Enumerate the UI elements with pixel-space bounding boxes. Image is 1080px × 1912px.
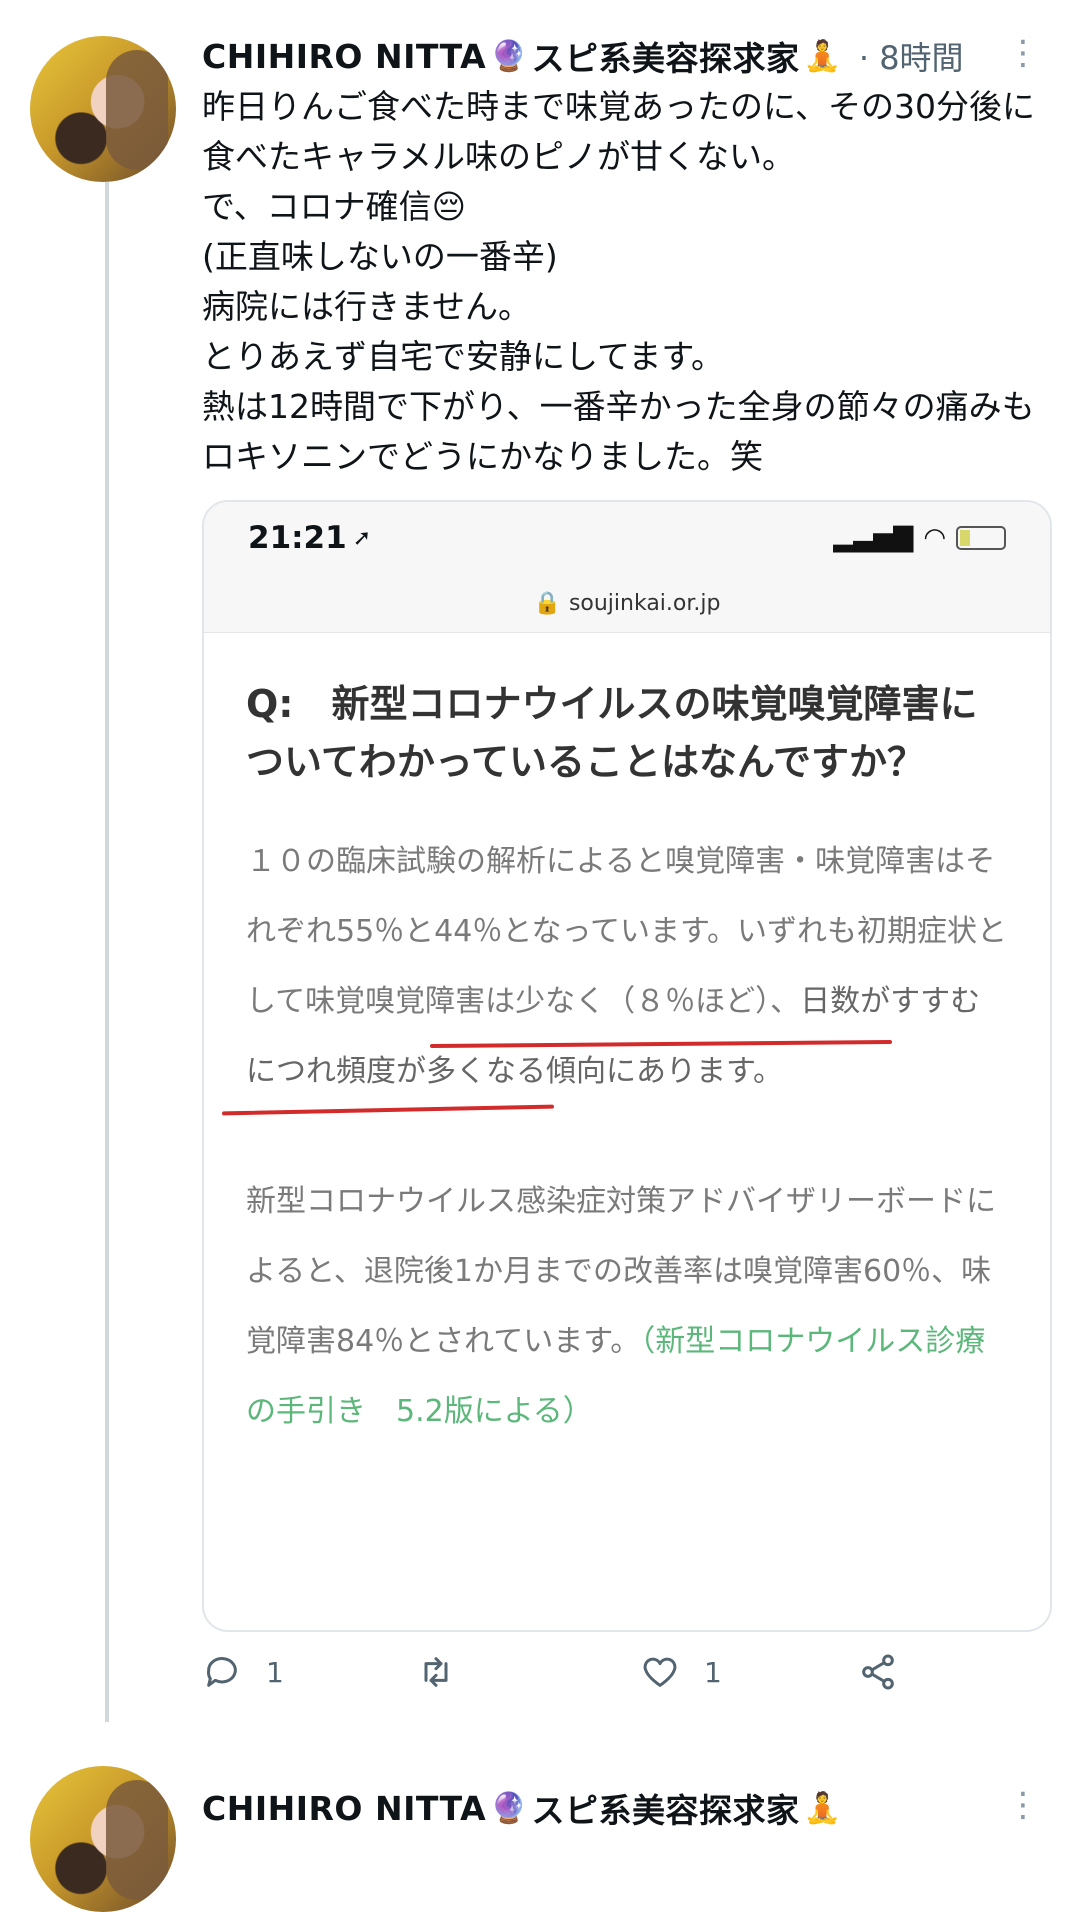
tweet-actions: 1 1 xyxy=(202,1652,902,1712)
meditation-emoji: 🧘 xyxy=(803,38,841,74)
tweet-header-2: CHIHIRO NITTA 🔮 スピ系美容探求家 🧘 xyxy=(202,1780,845,1836)
timestamp[interactable]: · 8時間 xyxy=(859,33,964,79)
reply-count: 1 xyxy=(266,1655,284,1689)
retweet-button[interactable] xyxy=(416,1652,480,1692)
reply-icon xyxy=(206,1657,237,1687)
avatar[interactable] xyxy=(30,36,176,182)
attached-image-card[interactable]: 21:21 ➚ ▂▃▅▇ ◠ 🔒 soujinkai.or.jp Q: 新型コロ… xyxy=(202,500,1052,1632)
share-button[interactable] xyxy=(858,1652,898,1692)
tweet-text: 昨日りんご食べた時まで味覚あったのに、その30分後に食べたキャラメル味のピノが甘… xyxy=(202,87,1036,476)
crystal-ball-emoji: 🔮 xyxy=(490,38,528,74)
signal-icon: ▂▃▅▇ xyxy=(833,523,914,553)
thread-connector-line xyxy=(105,182,109,1722)
url-text: soujinkai.or.jp xyxy=(568,590,721,616)
question-heading: Q: 新型コロナウイルスの味覚嗅覚障害についてわかっていることはなんですか？ xyxy=(246,682,978,784)
display-name[interactable]: CHIHIRO NITTA xyxy=(202,37,486,76)
display-name-suffix[interactable]: スピ系美容探求家 xyxy=(531,32,799,80)
status-time: 21:21 xyxy=(248,520,347,556)
display-name-2[interactable]: CHIHIRO NITTA xyxy=(202,1789,486,1828)
like-count: 1 xyxy=(704,1655,722,1689)
reply-button[interactable]: 1 xyxy=(202,1652,284,1692)
battery-icon xyxy=(956,526,1006,550)
answer-paragraph-2: 新型コロナウイルス感染症対策アドバイザリーボードによると、退院後1か月までの改善… xyxy=(246,1167,1008,1447)
lock-icon: 🔒 xyxy=(533,590,561,616)
tweet-header: CHIHIRO NITTA 🔮 スピ系美容探求家 🧘 · 8時間 xyxy=(202,28,964,84)
more-options-icon[interactable]: ⋮ xyxy=(1006,36,1040,70)
heart-icon xyxy=(643,1657,677,1687)
location-arrow-icon: ➚ xyxy=(352,525,372,551)
like-button[interactable]: 1 xyxy=(640,1652,722,1692)
meditation-emoji-2: 🧘 xyxy=(803,1790,841,1826)
more-options-icon-2[interactable]: ⋮ xyxy=(1006,1788,1040,1822)
avatar-2[interactable] xyxy=(30,1766,176,1912)
wifi-icon: ◠ xyxy=(923,523,946,553)
crystal-ball-emoji-2: 🔮 xyxy=(490,1790,528,1826)
answer-paragraph-1: １０の臨床試験の解析によると嗅覚障害・味覚障害はそれぞれ55％と44％となってい… xyxy=(246,827,1008,1107)
share-icon xyxy=(862,1654,894,1690)
url-bar: 🔒 soujinkai.or.jp xyxy=(204,574,1050,633)
retweet-icon xyxy=(424,1657,448,1687)
display-name-suffix-2[interactable]: スピ系美容探求家 xyxy=(531,1784,799,1832)
phone-status-bar: 21:21 ➚ ▂▃▅▇ ◠ xyxy=(204,502,1050,574)
